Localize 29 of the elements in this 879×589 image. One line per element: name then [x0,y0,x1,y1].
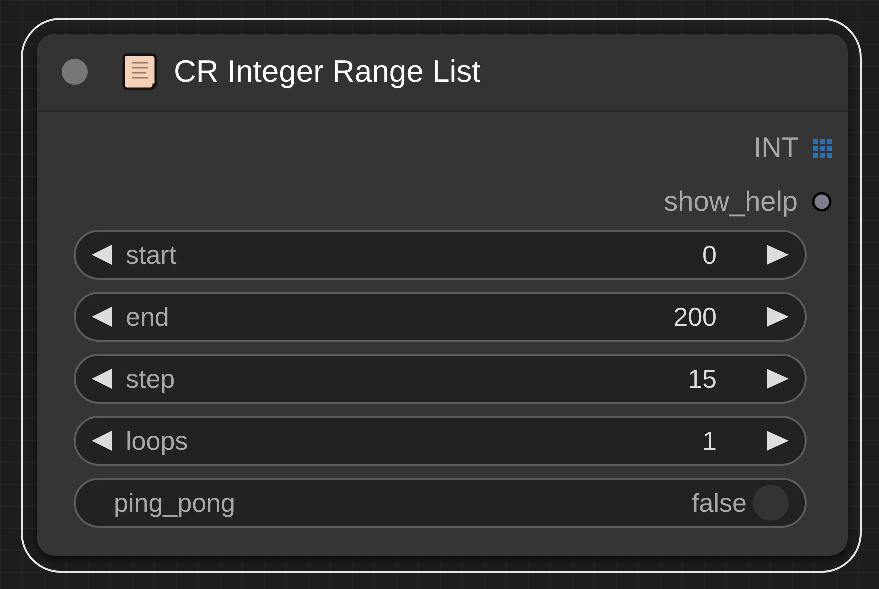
node-panel[interactable]: CR Integer Range List INT show_help start 0 end 200 step 15 loops 1 ping_pong false [37,34,848,556]
increment-arrow-icon[interactable] [765,367,791,391]
widget-value: 0 [702,238,717,272]
increment-arrow-icon[interactable] [765,305,791,329]
output-label: show_help [664,185,798,219]
decrement-arrow-icon[interactable] [90,367,114,391]
number-widget[interactable]: loops 1 [74,416,807,466]
increment-arrow-icon[interactable] [765,243,791,267]
widget-label: ping_pong [114,486,236,520]
output-label: INT [754,131,799,165]
widget-label: loops [126,424,188,458]
widget-label: step [126,362,176,396]
widget-value: 200 [674,300,717,334]
number-widget[interactable]: end 200 [74,292,807,342]
node-title: CR Integer Range List [174,52,481,91]
increment-arrow-icon[interactable] [765,429,791,453]
number-widget[interactable]: step 15 [74,354,807,404]
widget-value: false [692,486,747,520]
output-dot-icon[interactable] [812,192,832,212]
widget-label: end [126,300,170,334]
decrement-arrow-icon[interactable] [90,243,114,267]
widget-value: 1 [702,424,717,458]
title-bar[interactable]: CR Integer Range List [37,34,848,112]
decrement-arrow-icon[interactable] [90,429,114,453]
number-widget[interactable]: start 0 [74,230,807,280]
toggle-widget[interactable]: ping_pong false [74,478,807,528]
widget-label: start [126,238,177,272]
widget-value: 15 [688,362,717,396]
decrement-arrow-icon[interactable] [90,305,114,329]
